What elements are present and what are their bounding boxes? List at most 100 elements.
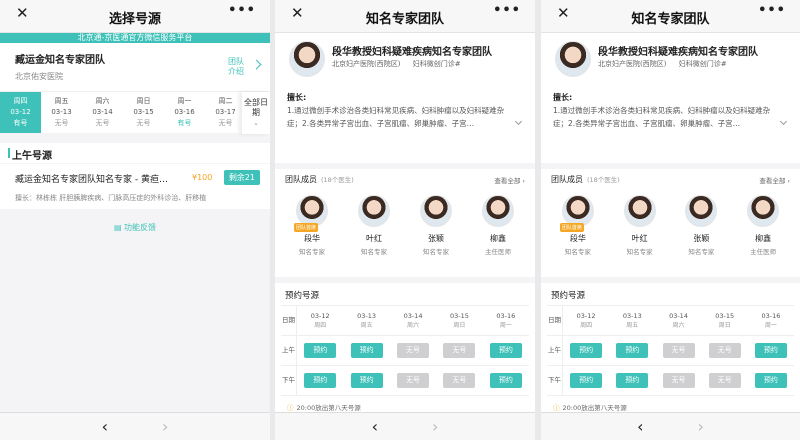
date-option[interactable]: 周日 03-15 无号 bbox=[123, 92, 164, 133]
column-weekday: 周六 bbox=[672, 321, 685, 329]
remaining-button[interactable]: 剩余21 bbox=[223, 170, 260, 185]
forward-arrow-icon[interactable]: › bbox=[162, 417, 168, 436]
more-icon[interactable]: ••• bbox=[228, 3, 256, 18]
member-title: 主任医师 bbox=[485, 248, 511, 256]
date-value: 03-17 bbox=[215, 108, 236, 116]
date-option[interactable]: 周五 03-13 无号 bbox=[41, 92, 82, 133]
hospital-name: 北京妇产医院(西院区) bbox=[332, 60, 401, 68]
schedule-section: 预约号源 日期 03-12 周四 03-13 周五 03-14 周六 03-15 周日 03-16… bbox=[541, 283, 800, 431]
morning-row: 上午 预约 预约 无号 无号 预约 bbox=[547, 336, 794, 366]
member-name: 柳鑫 bbox=[755, 234, 772, 243]
select-slot-screen: ✕ 选择号源 ••• 北京通-京医通官方微信服务平台 臧运金知名专家团队 北京佑… bbox=[0, 0, 270, 440]
member-card[interactable]: 团队首席 段华 知名专家 bbox=[552, 195, 604, 256]
member-title: 知名专家 bbox=[299, 248, 325, 256]
column-date: 03-13 bbox=[357, 311, 377, 320]
chevron-down-icon: ⌄ bbox=[253, 119, 259, 127]
schedule-cell: 无号 bbox=[702, 336, 748, 365]
avatar bbox=[482, 195, 514, 227]
book-button[interactable]: 预约 bbox=[754, 373, 787, 388]
unavailable-button: 无号 bbox=[443, 373, 476, 388]
forward-arrow-icon[interactable]: › bbox=[698, 417, 704, 436]
schedule-cell: 无号 bbox=[655, 336, 701, 365]
date-weekday: 周六 bbox=[95, 97, 110, 105]
unavailable-button: 无号 bbox=[397, 373, 430, 388]
member-name: 张颖 bbox=[693, 234, 710, 243]
date-status: 无号 bbox=[54, 119, 69, 127]
slot-item[interactable]: 臧运金知名专家团队知名专家 - 黄疸… ¥100 剩余21 擅长：林栋栋 肝胆胰… bbox=[0, 164, 270, 209]
browser-nav: ‹ › bbox=[275, 412, 535, 440]
schedule-cell: 03-16 周一 bbox=[748, 306, 794, 335]
member-card[interactable]: 张颖 知名专家 bbox=[410, 195, 462, 256]
date-weekday: 周五 bbox=[54, 97, 69, 105]
specialty-section[interactable]: 擅长: 1.通过微创手术诊治各类妇科常见疾病、妇科肿瘤以及妇科疑难杂症；2.各类… bbox=[541, 81, 800, 163]
date-option[interactable]: 周一 03-16 有号 bbox=[164, 92, 205, 133]
member-card[interactable]: 柳鑫 主任医师 bbox=[472, 195, 524, 256]
view-all-link[interactable]: 查看全部 › bbox=[494, 175, 525, 185]
browser-nav: ‹ › bbox=[0, 412, 270, 440]
book-button[interactable]: 预约 bbox=[489, 343, 522, 358]
schedule-cell: 预约 bbox=[297, 336, 343, 365]
unavailable-button: 无号 bbox=[662, 343, 695, 358]
book-button[interactable]: 预约 bbox=[489, 373, 522, 388]
slot-price: ¥100 bbox=[192, 173, 213, 182]
team-header: 段华教授妇科疑难疾病知名专家团队 北京妇产医院(西院区) 妇科微创门诊# bbox=[541, 33, 800, 81]
date-option[interactable]: 周二 03-17 无号 bbox=[205, 92, 246, 133]
member-card[interactable]: 张颖 知名专家 bbox=[675, 195, 727, 256]
column-date: 03-16 bbox=[761, 311, 781, 320]
member-title: 知名专家 bbox=[626, 248, 653, 256]
members-header: 团队成员 (18个医生) 查看全部 › bbox=[541, 169, 800, 189]
schedule-cell: 03-12 周四 bbox=[563, 306, 609, 335]
department-name: 妇科微创门诊# bbox=[678, 60, 727, 68]
book-button[interactable]: 预约 bbox=[616, 373, 649, 388]
specialty-section[interactable]: 擅长: 1.通过微创手术诊治各类妇科常见疾病、妇科肿瘤以及妇科疑难杂症；2.各类… bbox=[275, 81, 535, 163]
avatar bbox=[747, 195, 780, 227]
book-button[interactable]: 预约 bbox=[570, 343, 603, 358]
all-dates-label: 全部日期 bbox=[244, 98, 268, 117]
unavailable-button: 无号 bbox=[443, 343, 476, 358]
member-title: 主任医师 bbox=[750, 248, 777, 256]
book-button[interactable]: 预约 bbox=[570, 373, 603, 388]
column-weekday: 周五 bbox=[626, 321, 639, 329]
more-icon[interactable]: ••• bbox=[493, 3, 521, 18]
feedback-link[interactable]: ▤ 功能反馈 bbox=[0, 209, 270, 248]
column-date: 03-15 bbox=[449, 311, 469, 320]
expert-team-screen: ✕ 知名专家团队 ••• 段华教授妇科疑难疾病知名专家团队 北京妇产医院(西院区… bbox=[541, 0, 800, 440]
member-card[interactable]: 叶红 知名专家 bbox=[348, 195, 400, 256]
column-date: 03-13 bbox=[622, 311, 642, 320]
date-weekday: 周一 bbox=[177, 97, 192, 105]
back-arrow-icon[interactable]: ‹ bbox=[372, 417, 378, 436]
schedule-grid: 日期 03-12 周四 03-13 周五 03-14 周六 03-15 周日 03-16 周一 上午预… bbox=[547, 305, 794, 396]
schedule-cell: 预约 bbox=[609, 366, 655, 395]
team-intro-link[interactable]: 团队介绍 bbox=[226, 57, 246, 77]
view-all-link[interactable]: 查看全部 › bbox=[759, 175, 790, 185]
team-subtitle: 北京妇产医院(西院区) 妇科微创门诊# bbox=[332, 59, 471, 69]
info-icon: ⓘ bbox=[553, 404, 560, 412]
team-name: 臧运金知名专家团队 bbox=[15, 55, 105, 66]
member-card[interactable]: 叶红 知名专家 bbox=[614, 195, 666, 256]
book-button[interactable]: 预约 bbox=[350, 373, 383, 388]
more-icon[interactable]: ••• bbox=[758, 3, 786, 18]
all-dates-button[interactable]: 全部日期 ⌄ bbox=[242, 92, 270, 134]
forward-arrow-icon[interactable]: › bbox=[432, 417, 438, 436]
column-weekday: 周日 bbox=[718, 321, 731, 329]
chevron-right-icon[interactable] bbox=[251, 59, 262, 70]
schedule-cell: 03-14 周六 bbox=[390, 306, 436, 335]
member-card[interactable]: 团队首席 段华 知名专家 bbox=[286, 195, 338, 256]
members-title: 团队成员 bbox=[551, 175, 583, 184]
service-banner: 北京通-京医通官方微信服务平台 bbox=[0, 33, 270, 43]
team-members: 团队成员 (18个医生) 查看全部 › 团队首席 段华 知名专家 叶红 知名专家 张颖 知名专… bbox=[275, 169, 535, 277]
back-arrow-icon[interactable]: ‹ bbox=[102, 417, 108, 436]
member-card[interactable]: 柳鑫 主任医师 bbox=[737, 195, 789, 256]
book-button[interactable]: 预约 bbox=[754, 343, 787, 358]
back-arrow-icon[interactable]: ‹ bbox=[637, 417, 643, 436]
book-button[interactable]: 预约 bbox=[616, 343, 649, 358]
member-name: 张颖 bbox=[428, 234, 444, 243]
member-title: 知名专家 bbox=[361, 248, 387, 256]
schedule-cell: 预约 bbox=[563, 336, 609, 365]
date-option[interactable]: 周四 03-12 有号 bbox=[0, 92, 41, 133]
members-list: 团队首席 段华 知名专家 叶红 知名专家 张颖 知名专家 柳鑫 主任医师 bbox=[275, 189, 535, 256]
book-button[interactable]: 预约 bbox=[304, 343, 337, 358]
date-option[interactable]: 周六 03-14 无号 bbox=[82, 92, 123, 133]
book-button[interactable]: 预约 bbox=[304, 373, 337, 388]
book-button[interactable]: 预约 bbox=[350, 343, 383, 358]
